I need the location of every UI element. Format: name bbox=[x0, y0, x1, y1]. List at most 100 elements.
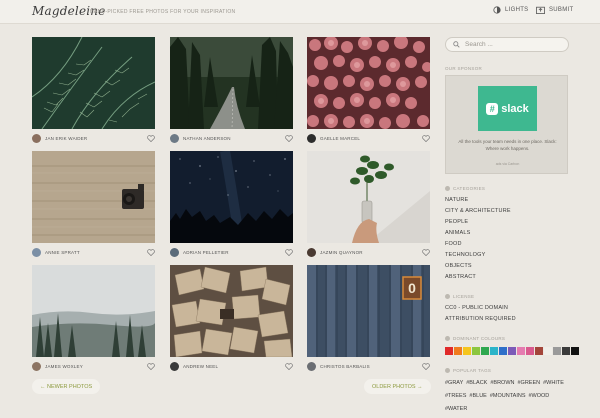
author-name[interactable]: GAELLE MARCEL bbox=[320, 136, 422, 141]
sponsor-via[interactable]: ads via Carbon bbox=[452, 162, 563, 166]
author-name[interactable]: ANDREW NEEL bbox=[183, 364, 285, 369]
license-link-cc0[interactable]: CC0 - PUBLIC DOMAIN bbox=[445, 305, 508, 311]
category-link-city-architecture[interactable]: CITY & ARCHITECTURE bbox=[445, 208, 511, 214]
sponsor-text[interactable]: All the tools your team needs in one pla… bbox=[452, 139, 563, 152]
category-link-abstract[interactable]: ABSTRACT bbox=[445, 274, 476, 280]
author-name[interactable]: NATHAN ANDERSON bbox=[183, 136, 285, 141]
author-name[interactable]: JAN ERIK WAIDER bbox=[45, 136, 147, 141]
author-name[interactable]: CHRISTOS BARBALIS bbox=[320, 364, 422, 369]
heart-icon[interactable] bbox=[147, 362, 155, 370]
photo-caption: ANDREW NEEL bbox=[170, 358, 293, 374]
tags-row: #GRAY #BLACK #BROWN #GREEN #WHITE bbox=[445, 380, 567, 386]
tag-link[interactable]: #TREES bbox=[445, 393, 466, 399]
author-name[interactable]: ADRIAN PELLETIER bbox=[183, 250, 285, 255]
photo-card[interactable]: GAELLE MARCEL bbox=[307, 37, 430, 146]
colour-swatch[interactable] bbox=[571, 347, 579, 355]
category-link-nature[interactable]: NATURE bbox=[445, 197, 468, 203]
heart-icon[interactable] bbox=[147, 134, 155, 142]
photo-caption: JAZMIN QUAYNOR bbox=[307, 244, 430, 260]
sponsor-ad[interactable]: # slack All the tools your team needs in… bbox=[445, 75, 568, 174]
photo-card[interactable]: JAZMIN QUAYNOR bbox=[307, 151, 430, 260]
category-link-people[interactable]: PEOPLE bbox=[445, 219, 468, 225]
search-input[interactable] bbox=[465, 41, 565, 48]
photo-fern[interactable] bbox=[32, 37, 155, 129]
heart-icon[interactable] bbox=[285, 362, 293, 370]
photo-starry-night[interactable] bbox=[170, 151, 293, 243]
colour-swatch[interactable] bbox=[445, 347, 453, 355]
submit-button[interactable]: SUBMIT bbox=[536, 6, 573, 14]
avatar[interactable] bbox=[32, 133, 41, 143]
avatar[interactable] bbox=[32, 361, 41, 371]
colour-swatch[interactable] bbox=[490, 347, 498, 355]
avatar[interactable] bbox=[307, 133, 316, 143]
colour-swatch[interactable] bbox=[544, 347, 552, 355]
license-link-attribution[interactable]: ATTRIBUTION REQUIRED bbox=[445, 316, 516, 322]
older-photos-button[interactable]: OLDER PHOTOS → bbox=[364, 379, 431, 394]
author-name[interactable]: JAZMIN QUAYNOR bbox=[320, 250, 422, 255]
tag-link[interactable]: #BROWN bbox=[490, 380, 514, 386]
folder-icon bbox=[445, 186, 450, 191]
photo-camera-table[interactable] bbox=[32, 151, 155, 243]
photo-caption: NATHAN ANDERSON bbox=[170, 130, 293, 146]
tags-row: #TREES #BLUE #MOUNTAINS #WOOD bbox=[445, 393, 552, 399]
colour-swatch[interactable] bbox=[481, 347, 489, 355]
colour-swatch[interactable] bbox=[508, 347, 516, 355]
colour-swatch[interactable] bbox=[535, 347, 543, 355]
tag-link[interactable]: #MOUNTAINS bbox=[490, 393, 526, 399]
heart-icon[interactable] bbox=[285, 134, 293, 142]
avatar[interactable] bbox=[170, 361, 179, 371]
site-tagline: HAND-PICKED FREE PHOTOS FOR YOUR INSPIRA… bbox=[90, 9, 236, 15]
photo-card[interactable]: JAMES WOXLEY bbox=[32, 265, 155, 374]
tag-link[interactable]: #WATER bbox=[445, 406, 467, 412]
colour-swatch[interactable] bbox=[472, 347, 480, 355]
tags-heading: POPULAR TAGS bbox=[445, 368, 491, 373]
category-link-animals[interactable]: ANIMALS bbox=[445, 230, 471, 236]
tag-link[interactable]: #WHITE bbox=[543, 380, 564, 386]
colour-swatch[interactable] bbox=[553, 347, 561, 355]
photo-forest-road[interactable] bbox=[170, 37, 293, 129]
author-name[interactable]: JAMES WOXLEY bbox=[45, 364, 147, 369]
colour-swatch[interactable] bbox=[517, 347, 525, 355]
photo-card[interactable]: ADRIAN PELLETIER bbox=[170, 151, 293, 260]
tag-link[interactable]: #BLACK bbox=[466, 380, 487, 386]
heart-icon[interactable] bbox=[147, 248, 155, 256]
photo-scattered-papers[interactable] bbox=[170, 265, 293, 357]
colour-swatch[interactable] bbox=[562, 347, 570, 355]
photo-card[interactable]: ANDREW NEEL bbox=[170, 265, 293, 374]
avatar[interactable] bbox=[307, 247, 316, 257]
tag-link[interactable]: #GRAY bbox=[445, 380, 463, 386]
category-link-food[interactable]: FOOD bbox=[445, 241, 462, 247]
avatar[interactable] bbox=[32, 247, 41, 257]
heart-icon[interactable] bbox=[422, 134, 430, 142]
avatar[interactable] bbox=[307, 361, 316, 371]
category-link-technology[interactable]: TECHNOLOGY bbox=[445, 252, 486, 258]
slack-logo[interactable]: # slack bbox=[478, 86, 537, 131]
tag-link[interactable]: #BLUE bbox=[469, 393, 486, 399]
tag-link[interactable]: #GREEN bbox=[518, 380, 541, 386]
photo-card[interactable]: NATHAN ANDERSON bbox=[170, 37, 293, 146]
category-link-objects[interactable]: OBJECTS bbox=[445, 263, 472, 269]
search-box[interactable] bbox=[445, 37, 569, 52]
photo-misty-forest[interactable] bbox=[32, 265, 155, 357]
photo-card[interactable]: ANNIE SPRATT bbox=[32, 151, 155, 260]
photo-caption: ANNIE SPRATT bbox=[32, 244, 155, 260]
lights-button[interactable]: LIGHTS bbox=[493, 6, 528, 14]
heart-icon[interactable] bbox=[285, 248, 293, 256]
heart-icon[interactable] bbox=[422, 248, 430, 256]
newer-photos-button[interactable]: ← NEWER PHOTOS bbox=[32, 379, 101, 394]
colour-swatch[interactable] bbox=[499, 347, 507, 355]
author-name[interactable]: ANNIE SPRATT bbox=[45, 250, 147, 255]
avatar[interactable] bbox=[170, 247, 179, 257]
photo-pink-flowers[interactable] bbox=[307, 37, 430, 129]
avatar[interactable] bbox=[170, 133, 179, 143]
heart-icon[interactable] bbox=[422, 362, 430, 370]
tag-link[interactable]: #WOOD bbox=[529, 393, 550, 399]
site-header: Magdeleine HAND-PICKED FREE PHOTOS FOR Y… bbox=[0, 0, 600, 24]
colour-swatch[interactable] bbox=[463, 347, 471, 355]
colour-swatch[interactable] bbox=[526, 347, 534, 355]
photo-wooden-wall[interactable]: 0 bbox=[307, 265, 430, 357]
photo-card[interactable]: 0 CHRISTOS BARBALIS bbox=[307, 265, 430, 374]
photo-card[interactable]: JAN ERIK WAIDER bbox=[32, 37, 155, 146]
photo-plant-bottle[interactable] bbox=[307, 151, 430, 243]
colour-swatch[interactable] bbox=[454, 347, 462, 355]
